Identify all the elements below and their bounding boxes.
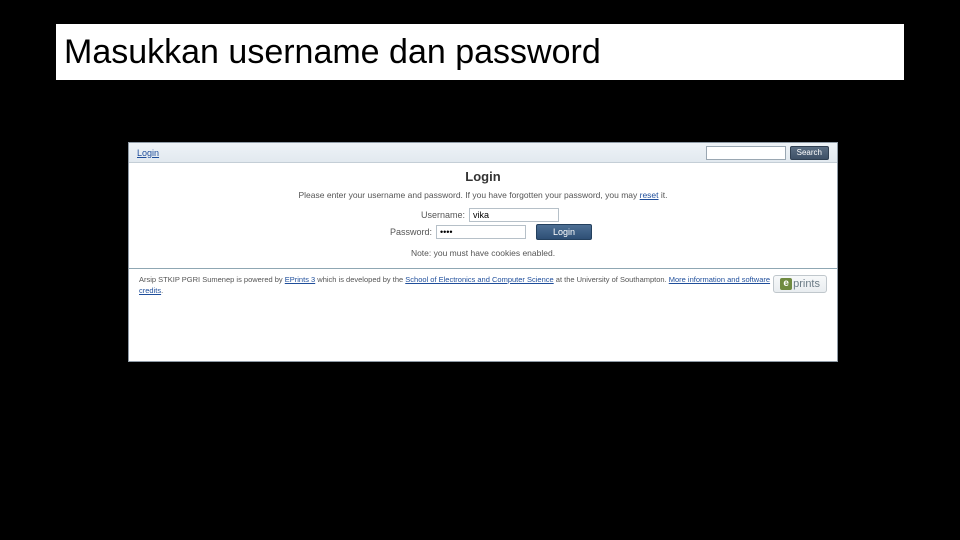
eprints-logo-text: prints <box>793 278 820 290</box>
footer-text: Arsip STKIP PGRI Sumenep is powered by E… <box>139 275 773 296</box>
slide-title-bar: Masukkan username dan password <box>56 24 904 80</box>
search-button[interactable]: Search <box>790 146 829 160</box>
username-row: Username: <box>139 208 827 222</box>
login-screenshot: Login Search Login Please enter your use… <box>128 142 838 362</box>
footer-seg-4: . <box>161 286 163 295</box>
login-panel: Login Please enter your username and pas… <box>129 163 837 269</box>
login-instruction: Please enter your username and password.… <box>139 190 827 200</box>
login-link[interactable]: Login <box>137 148 159 158</box>
password-row: Password: Login <box>139 224 827 240</box>
username-label: Username: <box>407 210 465 220</box>
slide-title: Masukkan username dan password <box>64 33 601 72</box>
instruction-post: it. <box>659 190 668 200</box>
password-field[interactable] <box>436 225 526 239</box>
login-heading: Login <box>139 169 827 184</box>
eprints-logo[interactable]: eprints <box>773 275 827 293</box>
footer-seg-3: at the University of Southampton. <box>554 275 669 284</box>
cookies-note: Note: you must have cookies enabled. <box>139 248 827 258</box>
login-button[interactable]: Login <box>536 224 592 240</box>
search-input[interactable] <box>706 146 786 160</box>
eprints-logo-badge: e <box>780 278 792 290</box>
footer-link-eprints[interactable]: EPrints 3 <box>285 275 315 284</box>
password-label: Password: <box>374 227 432 237</box>
footer-link-ecs[interactable]: School of Electronics and Computer Scien… <box>405 275 553 284</box>
footer-seg-1: Arsip STKIP PGRI Sumenep is powered by <box>139 275 285 284</box>
reset-link[interactable]: reset <box>640 190 659 200</box>
username-field[interactable] <box>469 208 559 222</box>
instruction-pre: Please enter your username and password.… <box>298 190 639 200</box>
page-footer: Arsip STKIP PGRI Sumenep is powered by E… <box>129 269 837 302</box>
footer-seg-2: which is developed by the <box>315 275 405 284</box>
top-bar: Login Search <box>129 143 837 163</box>
